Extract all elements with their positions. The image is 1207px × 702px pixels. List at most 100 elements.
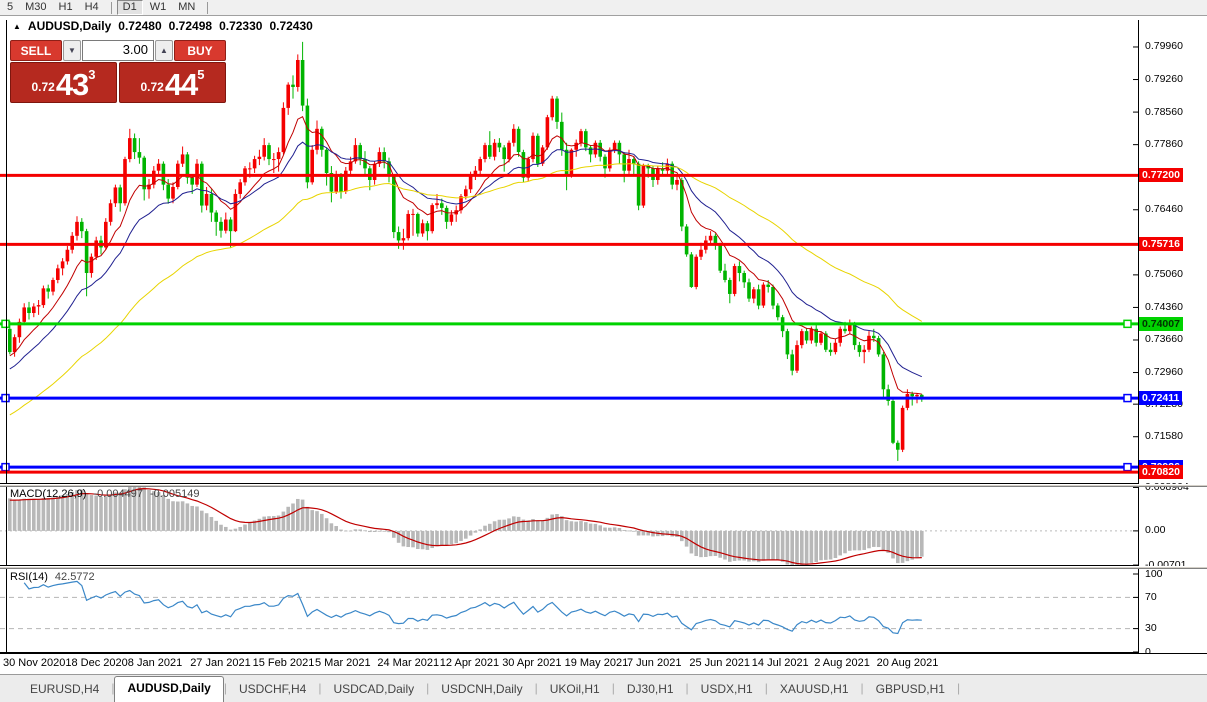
tab-xauusd-h1[interactable]: XAUUSD,H1 bbox=[768, 678, 861, 702]
price-tick-label: 0.77860 bbox=[1145, 138, 1183, 151]
timeframe-button-d1[interactable]: D1 bbox=[116, 0, 143, 15]
macd-histogram-bar bbox=[876, 530, 881, 548]
price-tick-label: 0.75060 bbox=[1145, 268, 1183, 281]
pane-splitter[interactable] bbox=[0, 566, 1207, 569]
macd-histogram-bar bbox=[574, 521, 578, 531]
macd-histogram-bar bbox=[36, 498, 41, 531]
rsi-chart-pane[interactable] bbox=[0, 570, 1138, 653]
candle-body bbox=[401, 238, 406, 241]
macd-histogram-bar bbox=[857, 530, 862, 551]
macd-histogram-bar bbox=[27, 498, 31, 531]
candle-body bbox=[622, 154, 626, 171]
candle-body bbox=[224, 219, 228, 231]
candle-body bbox=[910, 393, 914, 397]
candle-body bbox=[828, 349, 833, 353]
price-line-label-0.72411: 0.72411 bbox=[1139, 391, 1183, 406]
buy-price-tile[interactable]: 0.72 44 5 bbox=[119, 62, 226, 103]
candle-body bbox=[310, 149, 314, 183]
macd-histogram-bar bbox=[315, 511, 319, 531]
candle-body bbox=[32, 306, 36, 314]
tab-eurusd-h4[interactable]: EURUSD,H4 bbox=[18, 678, 111, 702]
line-anchor-handle[interactable] bbox=[1123, 319, 1132, 329]
candle-body bbox=[742, 273, 746, 283]
macd-histogram-bar bbox=[756, 530, 761, 563]
tab-ukoil-h1[interactable]: UKOil,H1 bbox=[538, 678, 612, 702]
sell-button[interactable]: SELL bbox=[10, 40, 62, 61]
macd-histogram-bar bbox=[440, 530, 444, 545]
volume-increase-button[interactable]: ▲ bbox=[155, 40, 173, 61]
tab-usdcad-daily[interactable]: USDCAD,Daily bbox=[321, 678, 426, 702]
date-axis-row[interactable]: 30 Nov 2020 18 Dec 2020 8 Jan 2021 27 Jan 2… bbox=[0, 653, 1207, 674]
buy-button[interactable]: BUY bbox=[174, 40, 226, 61]
date-label: 25 Jun 2021 bbox=[689, 657, 750, 669]
candle-body bbox=[761, 284, 766, 306]
price-axis-column[interactable]: 0.79960 0.79260 0.78560 0.77860 0.76460 0.750… bbox=[1138, 20, 1207, 673]
tab-dj30-h1[interactable]: DJ30,H1 bbox=[615, 678, 686, 702]
triangle-down-icon: ▼ bbox=[68, 46, 76, 55]
candle-body bbox=[785, 331, 790, 355]
candle-body bbox=[420, 223, 425, 234]
candle-body bbox=[819, 333, 823, 343]
collapse-arrow-icon[interactable]: ▲ bbox=[13, 22, 21, 31]
macd-histogram-bar bbox=[867, 530, 871, 549]
volume-decrease-button[interactable]: ▼ bbox=[63, 40, 81, 61]
tab-usdx-h1[interactable]: USDX,H1 bbox=[689, 678, 765, 702]
macd-histogram-bar bbox=[195, 506, 199, 531]
candle-body bbox=[36, 305, 41, 307]
timeframe-button-w1[interactable]: W1 bbox=[145, 1, 172, 14]
timeframe-button-5[interactable]: 5 bbox=[2, 1, 18, 14]
timeframe-button-m30[interactable]: M30 bbox=[20, 1, 51, 14]
price-tick-label: 0.78560 bbox=[1145, 105, 1183, 118]
macd-histogram-bar bbox=[579, 521, 583, 531]
toolbar-divider bbox=[110, 1, 112, 14]
ohlc-close: 0.72430 bbox=[269, 19, 313, 33]
tab-separator: | bbox=[956, 680, 961, 695]
macd-histogram-bar bbox=[348, 530, 353, 532]
macd-histogram-bar bbox=[17, 499, 22, 531]
sell-price-tile[interactable]: 0.72 43 3 bbox=[10, 62, 117, 103]
macd-histogram-bar bbox=[852, 530, 857, 551]
line-anchor-handle[interactable] bbox=[1123, 462, 1132, 472]
candle-body bbox=[214, 212, 218, 222]
tab-gbpusd-h1[interactable]: GBPUSD,H1 bbox=[864, 678, 957, 702]
line-anchor-handle[interactable] bbox=[1123, 393, 1132, 403]
macd-histogram-bar bbox=[387, 530, 391, 533]
tab-usdchf-h4[interactable]: USDCHF,H4 bbox=[227, 678, 318, 702]
volume-input[interactable]: 3.00 bbox=[82, 40, 154, 61]
candle-body bbox=[291, 84, 295, 87]
candle-body bbox=[876, 338, 881, 355]
date-label: 2 Aug 2021 bbox=[814, 657, 870, 669]
macd-histogram-bar bbox=[742, 530, 746, 561]
candle-body bbox=[776, 305, 780, 318]
timeframe-button-h4[interactable]: H4 bbox=[80, 1, 104, 14]
macd-histogram-bar bbox=[915, 530, 919, 559]
rsi-indicator-label: RSI(14) 42.5772 bbox=[10, 571, 95, 583]
candle-body bbox=[588, 147, 593, 155]
macd-histogram-bar bbox=[881, 530, 886, 550]
tab-audusd-daily[interactable]: AUDUSD,Daily bbox=[114, 676, 224, 702]
candle-body bbox=[900, 407, 905, 450]
candle-body bbox=[905, 393, 910, 408]
ohlc-open: 0.72480 bbox=[118, 19, 162, 33]
pane-splitter[interactable] bbox=[0, 484, 1207, 487]
candle-body bbox=[171, 186, 175, 199]
macd-histogram-bar bbox=[300, 499, 305, 531]
tab-usdcnh-daily[interactable]: USDCNH,Daily bbox=[429, 678, 534, 702]
chart-tab-bar: EURUSD,H4 | AUDUSD,Daily | USDCHF,H4 | USDCAD,… bbox=[0, 674, 1207, 702]
candle-body bbox=[449, 214, 454, 222]
candle-body bbox=[80, 221, 84, 232]
macd-histogram-bar bbox=[488, 523, 492, 531]
macd-histogram-bar bbox=[560, 516, 564, 531]
timeframe-button-h1[interactable]: H1 bbox=[54, 1, 78, 14]
candle-body bbox=[800, 331, 804, 346]
macd-histogram-bar bbox=[320, 513, 324, 531]
macd-histogram-bar bbox=[776, 530, 780, 561]
macd-histogram-bar bbox=[353, 529, 358, 531]
macd-histogram-bar bbox=[473, 530, 478, 533]
chart-title: ▲ AUDUSD,Daily 0.72480 0.72498 0.72330 0… bbox=[13, 19, 313, 33]
candle-body bbox=[497, 142, 502, 148]
timeframe-button-mn[interactable]: MN bbox=[173, 1, 200, 14]
candle-body bbox=[70, 235, 74, 250]
macd-histogram-bar bbox=[339, 529, 343, 531]
triangle-up-icon: ▲ bbox=[160, 46, 168, 55]
